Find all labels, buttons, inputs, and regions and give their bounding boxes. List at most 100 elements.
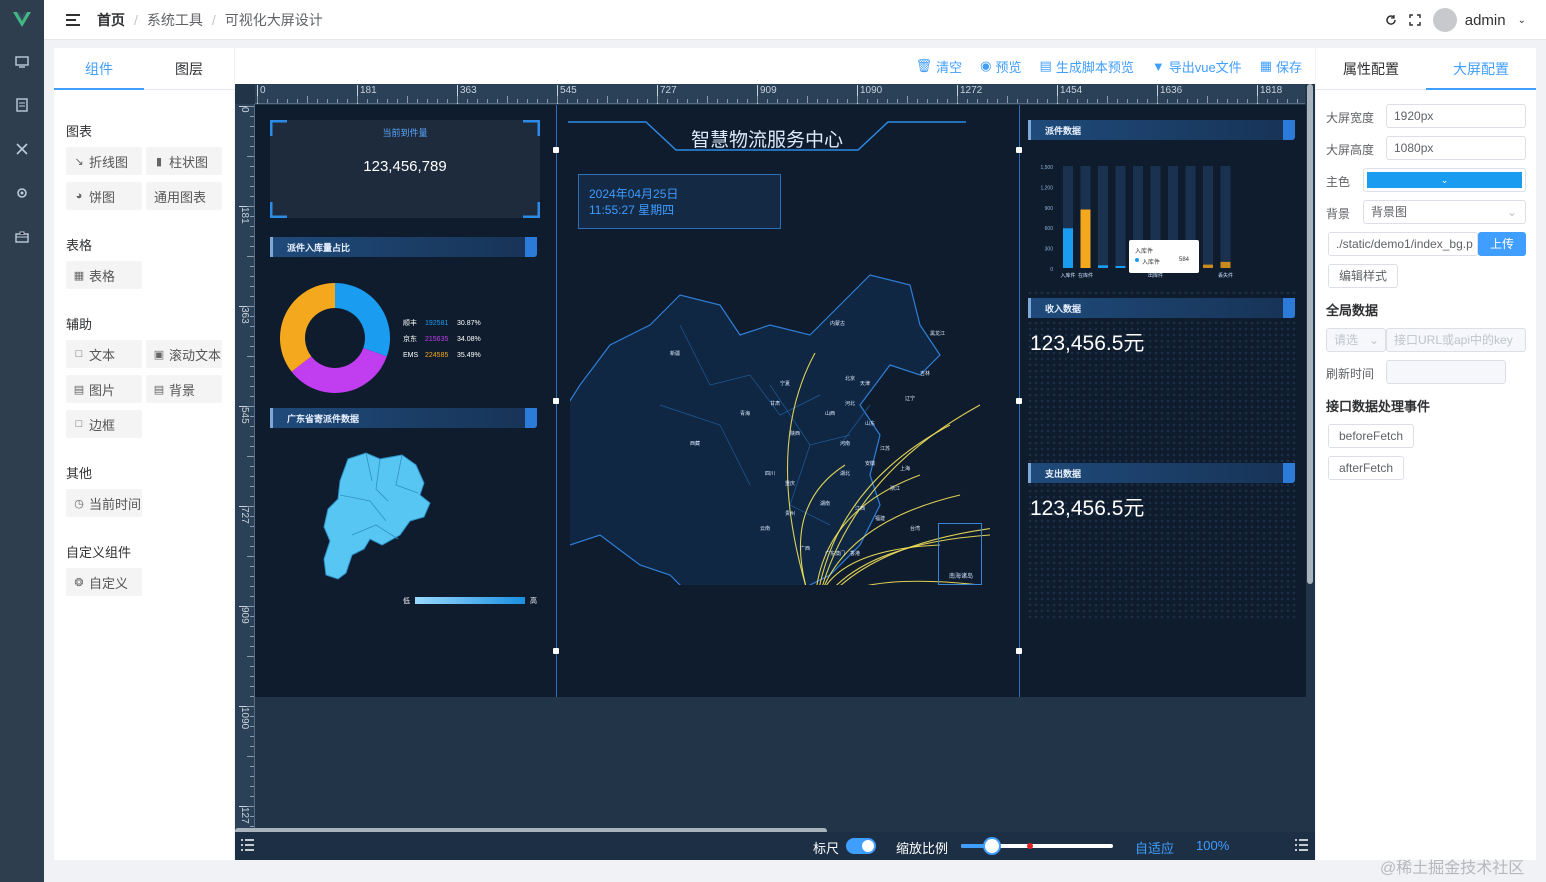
fullscreen-icon[interactable] [1409,14,1421,26]
document-icon[interactable] [10,93,34,117]
item-scroll-text[interactable]: ▣ 滚动文本 [146,340,222,368]
slider-handle[interactable] [983,837,1001,855]
item-background[interactable]: ▤ 背景 [146,375,222,403]
background-path-input[interactable]: ./static/demo1/index_bg.p [1328,232,1478,256]
resize-handle[interactable] [553,398,559,404]
ruler-tick [250,176,254,177]
script-preview-button[interactable]: ▤ 生成脚本预览 [1040,57,1134,76]
map-city-label: 香港 [850,550,860,557]
resize-handle[interactable] [1016,398,1022,404]
data-type-select[interactable]: 请选 ⌄ [1326,328,1386,352]
user-name[interactable]: admin [1465,12,1506,29]
map-city-label: 黑龙江 [930,330,945,337]
item-image[interactable]: ▤ 图片 [66,375,142,403]
refresh-input[interactable] [1386,360,1506,384]
map-city-label: 北京 [845,375,855,382]
height-input[interactable]: 1080px [1386,136,1526,160]
ruler-tick [527,99,528,103]
bar-x-label: 在库件 [1078,272,1093,279]
bar-chart-icon: ▮ [155,155,163,168]
ruler-tick [247,406,254,407]
ruler-tick [247,206,254,207]
item-label: 自定义 [89,575,129,591]
ruler-tick [447,99,448,103]
ruler-toggle[interactable] [846,838,876,854]
background-icon: ▤ [153,383,165,396]
ruler-tick [250,316,254,317]
scale-slider[interactable] [961,837,1113,855]
vertical-scrollbar[interactable] [1307,84,1313,584]
item-text[interactable]: □ 文本 [66,340,142,368]
map-city-label: 湖北 [840,470,850,477]
clear-button[interactable]: 🗑 清空 [916,57,963,76]
list-icon[interactable] [1295,839,1308,851]
ruler-tick [1187,99,1188,103]
resize-handle[interactable] [1016,648,1022,654]
global-data-title: 全局数据 [1326,303,1379,318]
top-bar: 首页 / 系统工具 / 可视化大屏设计 admin ⌄ [44,0,1546,40]
china-map[interactable]: 新疆西藏 青海 甘肃 宁夏 内蒙古黑龙江吉林辽宁 北京天津河北山西陕西四川重庆贵州云南广西… [570,265,990,585]
item-custom[interactable]: ❂ 自定义 [66,568,142,596]
vue-logo-icon[interactable] [12,9,32,29]
bar-background [1220,166,1231,268]
item-general-chart[interactable]: 通用图表 [146,182,222,210]
resize-handle[interactable] [1016,147,1022,153]
export-label: 导出vue文件 [1168,59,1242,75]
chevron-down-icon[interactable]: ⌄ [1518,15,1526,26]
breadcrumb-home[interactable]: 首页 [97,10,125,30]
pie-chart[interactable]: 顺丰 192581 30.87% 京东 215635 34.08% EMS 224585 35.… [280,283,540,423]
item-current-time[interactable]: ◷ 当前时间 [66,489,142,517]
clear-label: 清空 [936,59,963,75]
ruler-tick [247,606,254,607]
width-input[interactable]: 1920px [1386,104,1526,128]
refresh-icon[interactable] [1385,14,1397,26]
ruler-tick [250,266,254,267]
design-canvas[interactable]: 0 181 363 545 727 909 1090 1272 1454 1636 1818 0 18… [235,84,1315,860]
arrival-card[interactable]: 当前到件量 123,456,789 [270,120,540,218]
avatar[interactable] [1432,8,1457,32]
datetime-box[interactable]: 2024年04月25日 11:55:27 星期四 [578,174,781,229]
upload-button[interactable]: 上传 [1478,232,1526,256]
fit-button[interactable]: 自适应 [1135,838,1174,857]
big-screen[interactable]: 当前到件量 123,456,789 派件入库量占比 顺丰 192581 30.87%… [255,105,1306,697]
hamburger-icon[interactable] [66,13,80,26]
ruler-tick [677,99,678,103]
toolbox-icon[interactable] [10,225,34,249]
item-line-chart[interactable]: ↘ 折线图 [66,147,142,175]
save-button[interactable]: ▦ 保存 [1260,57,1302,76]
preview-button[interactable]: ◉ 预览 [980,57,1021,76]
resize-handle[interactable] [553,648,559,654]
item-border[interactable]: □ 边框 [66,410,142,438]
api-url-input[interactable]: 接口URL或api中的key [1386,328,1526,352]
ruler-tick [1017,99,1018,103]
breadcrumb-tools[interactable]: 系统工具 [147,10,203,30]
tab-layers[interactable]: 图层 [144,48,234,89]
item-label: 文本 [89,347,116,363]
tab-components[interactable]: 组件 [54,48,144,89]
map-city-label: 宁夏 [780,380,790,387]
item-pie-chart[interactable]: ◕ 饼图 [66,182,142,210]
tab-screen-config[interactable]: 大屏配置 [1426,48,1536,89]
monitor-icon[interactable] [10,50,34,74]
map-city-label: 内蒙古 [830,320,845,327]
export-vue-button[interactable]: ▼ 导出vue文件 [1152,57,1242,76]
gear-icon[interactable] [10,181,34,205]
ruler-tick [250,596,254,597]
item-table[interactable]: ▦ 表格 [66,261,142,289]
edit-style-button[interactable]: 编辑样式 [1328,264,1399,288]
tools-icon[interactable] [10,137,34,161]
pie-legend-name: EMS [403,352,419,359]
guangdong-map[interactable] [270,435,540,595]
after-fetch-button[interactable]: afterFetch [1328,456,1405,480]
ruler-tick [250,736,254,737]
before-fetch-button[interactable]: beforeFetch [1328,424,1415,448]
list-icon[interactable] [241,839,254,851]
map-city-label: 四川 [765,471,775,477]
background-select[interactable]: 背景图 ⌄ [1363,200,1526,224]
tab-attribute-config[interactable]: 属性配置 [1316,48,1426,89]
main-color-picker[interactable]: ⌄ [1363,168,1526,192]
ruler-tick [387,99,388,103]
ruler-tick [250,426,254,427]
resize-handle[interactable] [553,147,559,153]
item-bar-chart[interactable]: ▮ 柱状图 [146,147,222,175]
